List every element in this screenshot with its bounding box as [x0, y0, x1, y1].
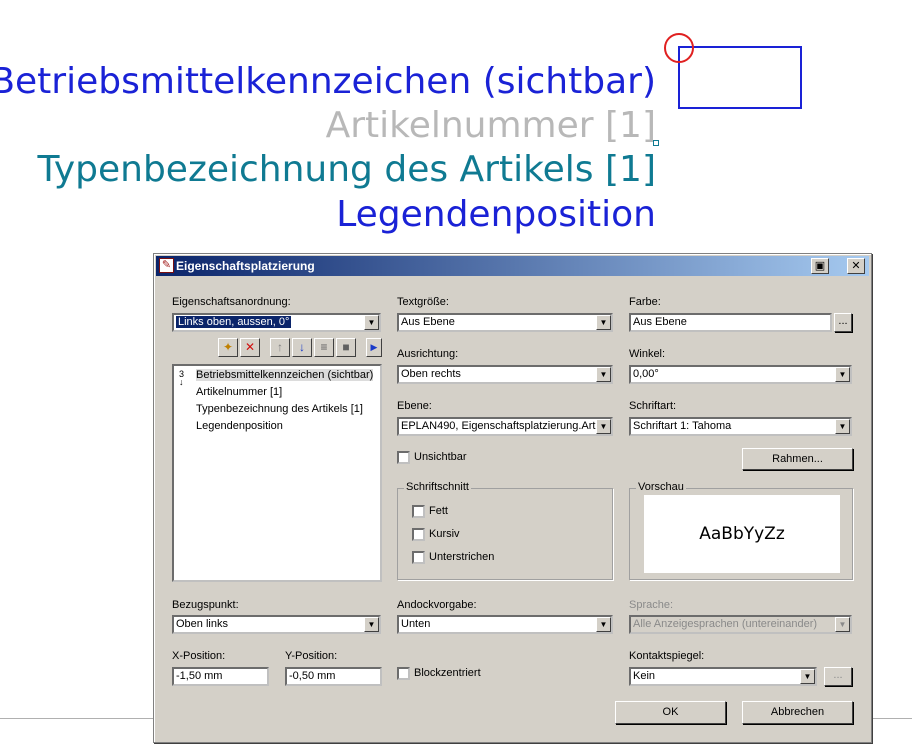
chevron-down-icon[interactable]: ▼ — [835, 419, 850, 434]
cancel-button[interactable]: Abbrechen — [742, 701, 853, 724]
alignment-value: Oben rechts — [401, 368, 461, 380]
contact-mirror-button: ... — [824, 667, 852, 686]
x-position-label: X-Position: — [172, 650, 226, 662]
docking-value: Unten — [401, 618, 431, 630]
bold-label: Fett — [429, 505, 448, 517]
chevron-down-icon[interactable]: ▼ — [596, 315, 611, 330]
list-item[interactable]: Betriebsmittelkennzeichen (sichtbar) — [196, 369, 374, 381]
color-field[interactable]: Aus Ebene — [629, 313, 832, 332]
list-item[interactable]: Artikelnummer [1] — [196, 386, 282, 398]
canvas-text-device-tag: Betriebsmittelkennzeichen (sichtbar) — [0, 61, 656, 102]
chevron-down-icon[interactable]: ▼ — [364, 315, 379, 330]
dialog-title: Eigenschaftsplatzierung — [176, 259, 315, 273]
delete-icon[interactable]: ✕ — [240, 338, 260, 357]
y-position-label: Y-Position: — [285, 650, 338, 662]
preview-sample: AaBbYyZz — [644, 495, 840, 573]
angle-label: Winkel: — [629, 348, 666, 360]
arrangement-select[interactable]: Links oben, aussen, 0° ▼ — [172, 313, 381, 332]
placement-frame[interactable] — [678, 46, 802, 109]
docking-select[interactable]: Unten ▼ — [397, 615, 613, 634]
y-position-input[interactable]: -0,50 mm — [285, 667, 382, 686]
italic-checkbox[interactable] — [412, 528, 425, 541]
language-select: Alle Anzeigesprachen (untereinander) ▼ — [629, 615, 852, 634]
canvas-text-legend-position: Legendenposition — [336, 194, 656, 235]
contact-mirror-value: Kein — [633, 670, 656, 682]
text-size-label: Textgröße: — [397, 296, 449, 308]
font-label: Schriftart: — [629, 400, 677, 412]
list-item[interactable]: Legendenposition — [196, 420, 283, 432]
reference-point-value: Oben links — [176, 618, 228, 630]
font-select[interactable]: Schriftart 1: Tahoma ▼ — [629, 417, 852, 436]
help-icon[interactable]: ▣ — [811, 258, 829, 274]
chevron-down-icon[interactable]: ▼ — [800, 669, 815, 684]
block-centered-label: Blockzentriert — [414, 667, 481, 679]
new-icon[interactable]: ✦ — [218, 338, 238, 357]
bold-checkbox[interactable] — [412, 505, 425, 518]
language-value: Alle Anzeigesprachen (untereinander) — [633, 618, 818, 630]
frame-button[interactable]: Rahmen... — [742, 448, 853, 470]
reference-point-select[interactable]: Oben links ▼ — [172, 615, 381, 634]
italic-label: Kursiv — [429, 528, 460, 540]
anchor-point-marker — [653, 140, 659, 146]
canvas-text-type-designation: Typenbezeichnung des Artikels [1] — [37, 149, 656, 190]
sort-icon: 3 ↓ — [179, 369, 185, 387]
preview-title: Vorschau — [636, 481, 686, 493]
close-icon[interactable]: ✕ — [847, 258, 865, 274]
chevron-down-icon[interactable]: ▼ — [596, 419, 611, 434]
unassign-icon[interactable]: ■ — [336, 338, 356, 357]
text-size-select[interactable]: Aus Ebene ▼ — [397, 313, 613, 332]
property-list[interactable]: 3 ↓ Betriebsmittelkennzeichen (sichtbar) … — [172, 364, 382, 582]
contact-mirror-label: Kontaktspiegel: — [629, 650, 705, 662]
list-item[interactable]: Typenbezeichnung des Artikels [1] — [196, 403, 363, 415]
font-style-title: Schriftschnitt — [404, 481, 471, 493]
docking-label: Andockvorgabe: — [397, 599, 477, 611]
underline-label: Unterstrichen — [429, 551, 495, 563]
chevron-down-icon[interactable]: ▼ — [596, 367, 611, 382]
move-up-icon[interactable]: ↑ — [270, 338, 290, 357]
color-label: Farbe: — [629, 296, 661, 308]
underline-checkbox[interactable] — [412, 551, 425, 564]
dialog-titlebar[interactable]: ✎ Eigenschaftsplatzierung ▣ ✕ — [156, 256, 869, 276]
insertion-point-marker[interactable] — [664, 33, 694, 63]
font-value: Schriftart 1: Tahoma — [633, 420, 732, 432]
preview-group: Vorschau AaBbYyZz — [629, 481, 853, 580]
layer-value: EPLAN490, Eigenschaftsplatzierung.Artik — [401, 420, 604, 432]
app-icon: ✎ — [159, 258, 174, 273]
text-size-value: Aus Ebene — [401, 316, 455, 328]
arrangement-label: Eigenschaftsanordnung: — [172, 296, 291, 308]
invisible-checkbox[interactable] — [397, 451, 410, 464]
block-centered-checkbox[interactable] — [397, 667, 410, 680]
more-icon[interactable]: ▶ — [366, 338, 382, 357]
angle-select[interactable]: 0,00° ▼ — [629, 365, 852, 384]
layer-select[interactable]: EPLAN490, Eigenschaftsplatzierung.Artik … — [397, 417, 613, 436]
chevron-down-icon[interactable]: ▼ — [835, 367, 850, 382]
move-down-icon[interactable]: ↓ — [292, 338, 312, 357]
x-position-input[interactable]: -1,50 mm — [172, 667, 269, 686]
alignment-select[interactable]: Oben rechts ▼ — [397, 365, 613, 384]
angle-value: 0,00° — [633, 368, 659, 380]
font-style-group: Schriftschnitt Fett Kursiv Unterstrichen — [397, 481, 613, 580]
layer-label: Ebene: — [397, 400, 432, 412]
property-placement-dialog: ✎ Eigenschaftsplatzierung ▣ ✕ Eigenschaf… — [153, 253, 872, 743]
contact-mirror-select[interactable]: Kein ▼ — [629, 667, 817, 686]
chevron-down-icon[interactable]: ▼ — [596, 617, 611, 632]
invisible-label: Unsichtbar — [414, 451, 467, 463]
alignment-label: Ausrichtung: — [397, 348, 459, 360]
chevron-down-icon: ▼ — [835, 617, 850, 632]
ok-button[interactable]: OK — [615, 701, 726, 724]
arrangement-value: Links oben, aussen, 0° — [176, 316, 292, 328]
assign-icon[interactable]: ≡ — [314, 338, 334, 357]
canvas-text-article-number: Artikelnummer [1] — [325, 105, 656, 146]
language-label: Sprache: — [629, 599, 674, 611]
chevron-down-icon[interactable]: ▼ — [364, 617, 379, 632]
color-picker-button[interactable]: ... — [834, 313, 852, 332]
reference-point-label: Bezugspunkt: — [172, 599, 239, 611]
